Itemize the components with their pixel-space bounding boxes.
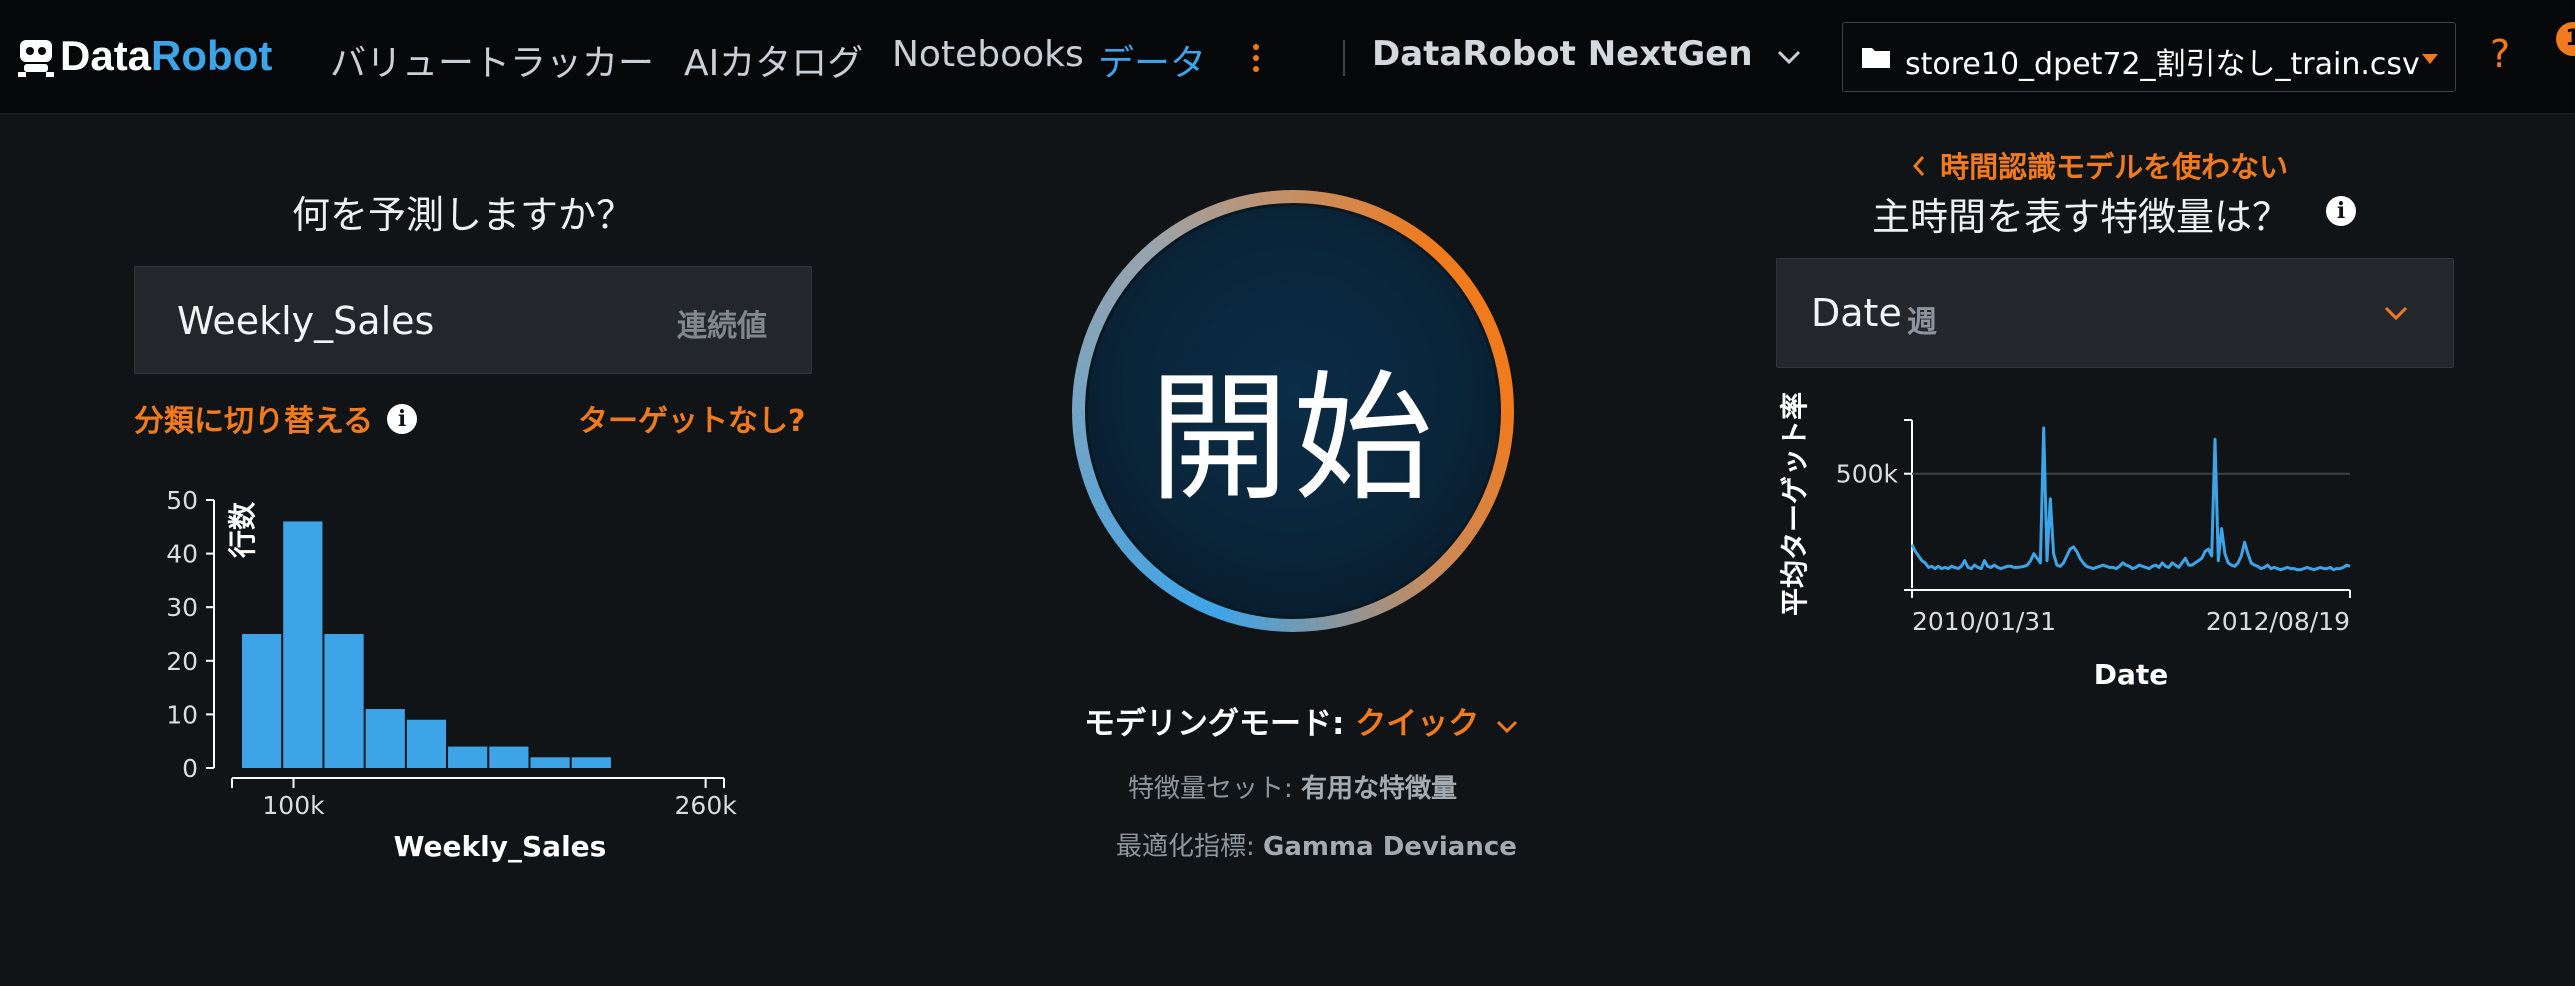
y-tick-label: 30 [166,593,198,622]
modeling-mode-label: モデリングモード: [1084,706,1345,742]
x-axis-title: Date [2094,658,2169,691]
caret-down-icon [2422,54,2438,64]
no-target-link[interactable]: ターゲットなし? [578,396,805,440]
dataset-name: store10_dpet72_割引なし_train.csv [1905,47,2420,82]
switch-to-classification-label: 分類に切り替える [134,404,374,439]
metric-label: 最適化指標: [1116,832,1255,862]
histogram-bar [283,521,323,768]
disable-time-aware-label: 時間認識モデルを使わない [1940,150,2289,184]
logo-text-data: Data [60,32,152,79]
x-tick-label: 2012/08/19 [2206,607,2350,636]
y-axis-title: 行数 [226,501,259,559]
notification-badge[interactable]: 1 [2556,22,2575,56]
histogram-bar [406,719,447,768]
time-granularity: 週 [1907,305,1937,340]
time-series-chart: 500k 2010/01/31 2012/08/19 Date 平均ターゲット率 [1778,392,2351,691]
dataset-selector[interactable]: store10_dpet72_割引なし_train.csv [1842,22,2456,92]
x-tick-label: 2010/01/31 [1912,607,2056,636]
nav-divider [1343,40,1345,76]
info-icon[interactable]: i [387,404,417,434]
modeling-mode-value: クイック [1355,706,1480,742]
datarobot-logo[interactable]: DataRobot [16,32,316,82]
histogram-bar [530,757,570,768]
histogram-bar [242,634,282,768]
histogram-bar [448,746,488,768]
time-feature-value: Date [1811,291,1902,335]
chevron-down-icon [2384,306,2408,321]
modeling-mode-selector[interactable]: モデリングモード: クイック [1084,698,1518,743]
product-switcher-label: DataRobot NextGen [1372,34,1753,74]
target-input[interactable]: Weekly_Sales 連続値 [134,266,812,374]
nav-ai-catalog[interactable]: AIカタログ [684,34,863,86]
y-tick-label: 50 [166,486,198,515]
logo-text-robot: Robot [151,32,273,79]
switch-to-classification-link[interactable]: 分類に切り替える [134,396,373,440]
start-button-label: 開始 [1148,358,1437,521]
target-type-label: 連続値 [677,309,767,344]
histogram-bar [571,757,611,768]
y-tick-label: 10 [166,700,198,729]
y-tick-label: 0 [182,754,198,783]
help-icon[interactable]: ? [2490,32,2510,76]
feature-set-value: 有用な特徴量 [1301,774,1458,804]
y-tick-label: 40 [166,540,198,569]
time-feature-selector[interactable]: Date 週 [1776,258,2454,368]
nav-notebooks[interactable]: Notebooks [892,34,1084,75]
x-tick-label: 260k [675,791,738,820]
optimization-metric-info: 最適化指標: Gamma Deviance [1116,826,1517,863]
nav-value-tracker[interactable]: バリュートラッカー [330,34,654,86]
x-axis-title: Weekly_Sales [394,830,607,863]
y-tick-label: 500k [1836,460,1899,489]
chevron-left-icon [1912,156,1925,176]
histogram-bar [324,634,364,768]
target-value: Weekly_Sales [177,299,435,343]
histogram-bar [489,746,529,768]
nav-data[interactable]: データ [1098,34,1206,86]
target-histogram: 0 10 20 30 40 50 100k 260k Weekly_Sales 行数 [166,486,738,863]
more-menu-icon[interactable] [1252,44,1260,74]
chevron-down-icon [1496,720,1518,734]
time-feature-question: 主時間を表す特徴量は？ [1872,195,2291,239]
start-button[interactable]: 開始 [1072,190,1514,632]
robot-icon [18,40,54,77]
y-axis-title: 平均ターゲット率 [1778,392,1811,616]
info-icon[interactable]: i [2326,196,2356,226]
histogram-bar [365,709,405,768]
top-navigation-bar: DataRobot バリュートラッカー AIカタログ Notebooks データ… [0,0,2575,114]
target-question: 何を予測しますか？ [292,193,635,237]
notification-count: 1 [2565,26,2575,51]
feature-set-label: 特徴量セット: [1128,774,1293,804]
series-line [1910,426,2351,572]
metric-value: Gamma Deviance [1263,832,1517,862]
chevron-down-icon [1777,50,1800,65]
product-switcher[interactable]: DataRobot NextGen [1372,34,1802,78]
y-tick-label: 20 [166,647,198,676]
x-tick-label: 100k [262,791,325,820]
folder-icon [1862,48,1890,68]
disable-time-aware-link[interactable]: 時間認識モデルを使わない [1912,144,2288,186]
feature-set-info: 特徴量セット: 有用な特徴量 [1128,768,1457,805]
